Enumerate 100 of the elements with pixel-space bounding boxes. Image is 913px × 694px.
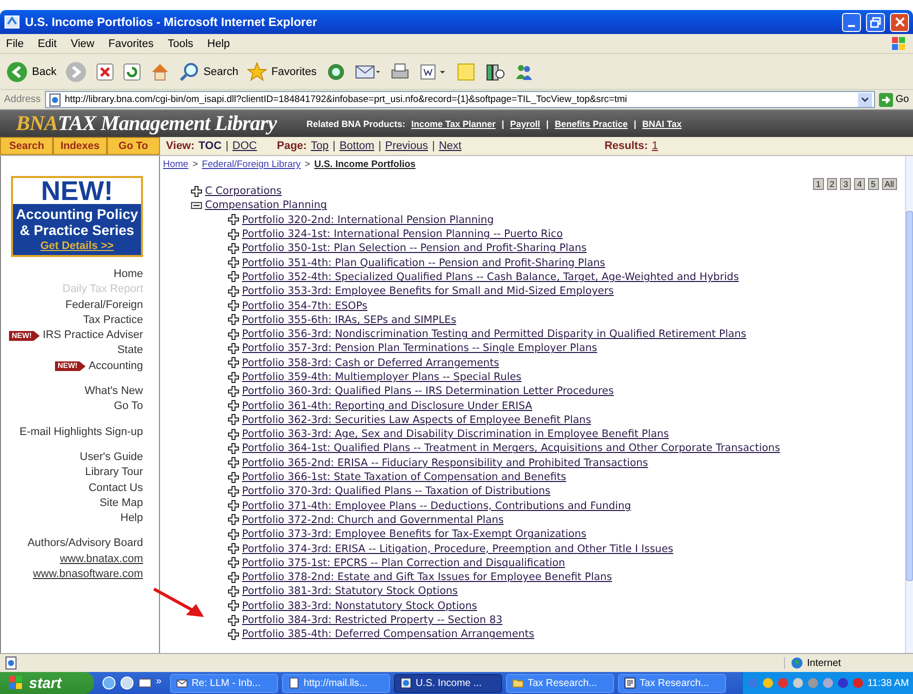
page-number-button[interactable]: 4 <box>854 178 865 190</box>
favorites-button[interactable]: Favorites <box>247 62 317 82</box>
tree-item[interactable]: Portfolio 385-4th: Deferred Compensation Arrangements <box>242 628 534 640</box>
breadcrumb-link[interactable]: U.S. Income Portfolios <box>314 159 416 170</box>
tree-item[interactable]: C Corporations <box>205 185 282 198</box>
breadcrumb-link[interactable]: Federal/Foreign Library <box>202 159 301 170</box>
tree-item[interactable]: Portfolio 359-4th: Multiemployer Plans -- Special Rules <box>242 371 522 383</box>
tree-item[interactable]: Portfolio 354-7th: ESOPs <box>242 300 368 312</box>
taskbar-button[interactable]: http://mail.lls... <box>282 674 390 692</box>
nav-button[interactable]: Go To <box>106 137 160 155</box>
minimize-button[interactable] <box>842 12 861 32</box>
tree-item[interactable]: Portfolio 365-2nd: ERISA -- Fiduciary Responsibility and Prohibited Transactions <box>242 456 648 469</box>
taskbar-button[interactable]: U.S. Income ... <box>394 674 502 692</box>
sidebar-link[interactable]: Help <box>120 511 143 526</box>
product-link[interactable]: Benefits Practice <box>554 118 628 128</box>
menu-item[interactable]: Edit <box>38 38 57 50</box>
tree-item[interactable]: Portfolio 351-4th: Plan Qualification -- Pension and Profit-Sharing Plans <box>242 256 606 269</box>
page-link[interactable]: Top <box>310 140 329 152</box>
tree-item[interactable]: Portfolio 378-2nd: Estate and Gift Tax Issues for Employee Benefit Plans <box>242 571 612 584</box>
taskbar-button[interactable]: Re: LLM - Inb... <box>170 674 278 692</box>
tree-item[interactable]: Portfolio 375-1st: EPCRS -- Plan Correction and Disqualification <box>242 556 566 569</box>
sidebar-link[interactable]: Tax Practice <box>83 312 143 328</box>
breadcrumb-link[interactable]: Home <box>163 159 188 170</box>
product-link[interactable]: BNAI Tax <box>642 118 682 128</box>
sidebar-link[interactable]: Contact Us <box>88 480 143 496</box>
tree-item[interactable]: Portfolio 371-4th: Employee Plans -- Deductions, Contributions and Funding <box>242 500 632 512</box>
product-link[interactable]: Income Tax Planner <box>411 118 496 128</box>
menu-item[interactable]: Help <box>207 38 230 50</box>
address-field[interactable]: http://library.bna.com/cgi-bin/om_isapi.dll?clientID=184841792&infobase=prt_usi.nfo&record={1}&softpage=TIL_TocView_top&src=tmi <box>44 91 875 108</box>
page-link[interactable]: Next <box>438 140 462 152</box>
tree-item[interactable]: Portfolio 374-3rd: ERISA -- Litigation, Procedure, Preemption and Other Title I Issues <box>242 542 674 555</box>
tree-item[interactable]: Portfolio 362-3rd: Securities Law Aspects of Employee Benefit Plans <box>242 414 592 426</box>
tree-item[interactable]: Portfolio 364-1st: Qualified Plans -- Treatment in Mergers, Acquisitions and Other Corporate Transactions <box>242 442 780 454</box>
research-button[interactable] <box>484 62 505 82</box>
page-number-button[interactable]: 3 <box>840 178 852 190</box>
tree-item[interactable]: Portfolio 372-2nd: Church and Governmental Plans <box>242 514 504 526</box>
menu-item[interactable]: View <box>70 38 94 50</box>
media-button[interactable] <box>326 62 346 82</box>
tree-item[interactable]: Compensation Planning <box>205 199 327 212</box>
tree-item[interactable]: Portfolio 384-3rd: Restricted Property -- Section 83 <box>242 614 502 626</box>
sidebar-link[interactable]: User's Guide <box>80 450 143 466</box>
home-button[interactable] <box>150 62 170 82</box>
tree-item[interactable]: Portfolio 357-3rd: Pension Plan Terminations -- Single Employer Plans <box>242 342 598 354</box>
sidebar-link[interactable]: www.bnasoftware.com <box>32 567 143 582</box>
more-button[interactable]: » <box>156 676 162 687</box>
promo-link[interactable]: Get Details >> <box>40 240 114 252</box>
view-link[interactable]: TOC <box>198 140 222 152</box>
stop-button[interactable] <box>96 62 114 80</box>
tree-item[interactable]: Portfolio 381-3rd: Statutory Stock Options <box>242 585 458 598</box>
sidebar-link[interactable]: Federal/Foreign <box>65 298 143 313</box>
sidebar-link[interactable]: State <box>117 343 143 359</box>
tree-item[interactable]: Portfolio 320-2nd: International Pension Planning <box>242 214 494 226</box>
tree-item[interactable]: Portfolio 361-4th: Reporting and Disclosure Under ERISA <box>242 400 532 412</box>
tree-item[interactable]: Portfolio 352-4th: Specialized Qualified Plans -- Cash Balance, Target, Age-Weighted and Hybrids <box>242 270 739 283</box>
sidebar-link[interactable]: IRS Practice Adviser <box>42 328 143 344</box>
sidebar-link[interactable]: www.bnatax.com <box>60 552 143 568</box>
page-link[interactable]: Previous <box>385 140 428 152</box>
tree-item[interactable]: Portfolio 350-1st: Plan Selection -- Pension and Profit-Sharing Plans <box>242 242 587 254</box>
promo-banner[interactable]: NEW! Accounting Policy & Practice Series Get Details >> <box>11 176 143 257</box>
sidebar-link[interactable]: E-mail Highlights Sign-up <box>20 424 143 440</box>
tree-item[interactable]: Portfolio 358-3rd: Cash or Deferred Arrangements <box>242 356 500 369</box>
tree-item[interactable]: Portfolio 356-3rd: Nondiscrimination Testing and Permitted Disparity in Qualified Retirement Plans <box>242 328 746 340</box>
search-button[interactable]: Search <box>179 62 238 82</box>
page-number-button[interactable]: 5 <box>868 178 879 190</box>
results-link[interactable]: 1 <box>652 140 658 152</box>
tree-item[interactable]: Portfolio 353-3rd: Employee Benefits for Small and Mid-Sized Employers <box>242 285 614 298</box>
page-number-button[interactable]: 2 <box>826 178 838 190</box>
print-button[interactable] <box>390 62 410 82</box>
sidebar-link[interactable]: Accounting <box>88 358 143 374</box>
page-number-button[interactable]: 1 <box>812 178 824 190</box>
tree-item[interactable]: Portfolio 383-3rd: Nonstatutory Stock Options <box>242 600 478 612</box>
sidebar-link[interactable]: Library Tour <box>85 465 143 481</box>
sidebar-link[interactable]: What's New <box>84 384 143 400</box>
go-button[interactable]: Go <box>878 92 909 106</box>
tree-item[interactable]: Portfolio 324-1st: International Pension Planning -- Puerto Rico <box>242 228 563 240</box>
page-number-button[interactable]: All <box>882 178 897 190</box>
nav-button[interactable]: Search <box>0 137 54 155</box>
sidebar-link[interactable]: Home <box>114 267 143 282</box>
tree-item[interactable]: Portfolio 373-3rd: Employee Benefits for Tax-Exempt Organizations <box>242 528 586 540</box>
tree-item[interactable]: Portfolio 370-3rd: Qualified Plans -- Taxation of Distributions <box>242 485 550 498</box>
menu-item[interactable]: Tools <box>168 38 194 50</box>
scrollbar[interactable] <box>905 156 913 653</box>
taskbar-button[interactable]: Tax Research... <box>506 674 614 692</box>
sidebar-link[interactable]: Authors/Advisory Board <box>27 536 143 552</box>
tree-item[interactable]: Portfolio 355-6th: IRAs, SEPs and SIMPLEs <box>242 314 456 326</box>
nav-button[interactable]: Indexes <box>53 137 107 155</box>
menu-item[interactable]: Favorites <box>108 38 154 50</box>
tree-item[interactable]: Portfolio 363-3rd: Age, Sex and Disability Discrimination in Employee Benefit Plans <box>242 428 669 440</box>
restore-button[interactable] <box>866 12 885 32</box>
start-button[interactable]: start <box>0 672 94 694</box>
view-link[interactable]: DOC <box>232 140 257 152</box>
tree-item[interactable]: Portfolio 360-3rd: Qualified Plans -- IRS Determination Letter Procedures <box>242 385 614 398</box>
sidebar-link[interactable]: Go To <box>114 399 143 415</box>
page-link[interactable]: Bottom <box>339 140 374 152</box>
back-button[interactable]: Back <box>6 60 56 82</box>
product-link[interactable]: Payroll <box>510 118 540 128</box>
edit-button[interactable] <box>418 62 447 82</box>
sidebar-link[interactable]: Site Map <box>100 496 143 512</box>
close-button[interactable] <box>890 12 909 32</box>
tree-item[interactable]: Portfolio 366-1st: State Taxation of Compensation and Benefits <box>242 471 566 484</box>
